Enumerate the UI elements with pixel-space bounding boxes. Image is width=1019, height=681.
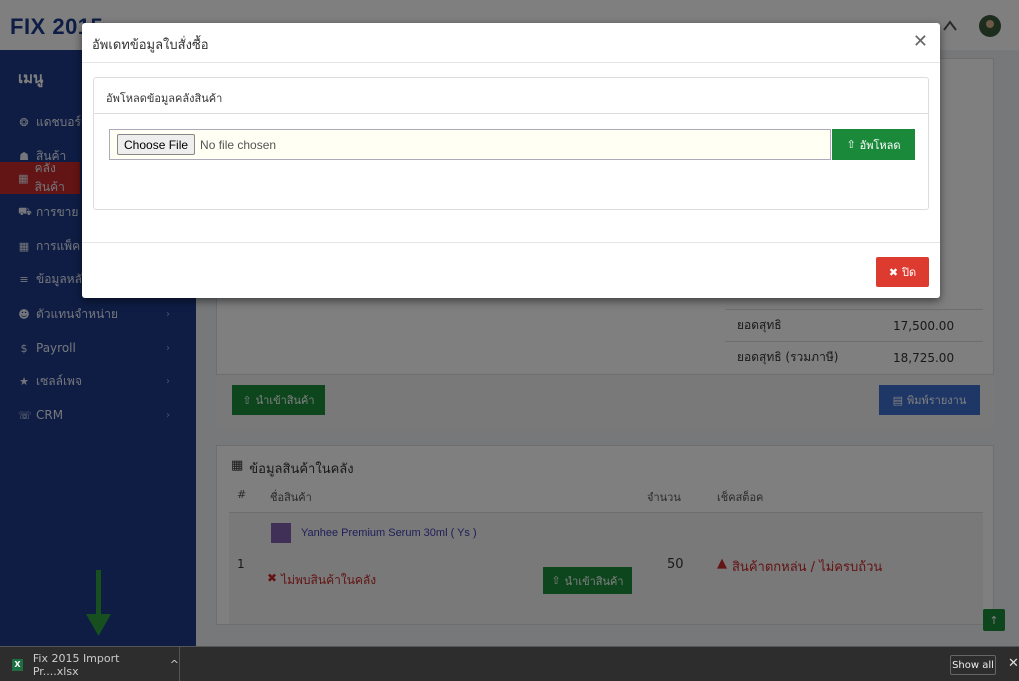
file-status: No file chosen: [200, 137, 277, 152]
chevron-up-icon[interactable]: ^: [170, 658, 179, 671]
close-icon[interactable]: ✕: [913, 31, 928, 52]
excel-icon: X: [12, 658, 23, 671]
choose-file-button[interactable]: Choose File: [117, 134, 196, 155]
upload-panel: อัพโหลดข้อมูลคลังสินค้า Choose File No f…: [93, 77, 929, 210]
upload-icon: ⇧: [846, 138, 856, 151]
button-label: ปิด: [902, 266, 917, 279]
close-icon: ✖: [888, 265, 899, 279]
modal-header: อัพเดทข้อมูลใบสั่งซื้อ ✕: [82, 23, 940, 63]
update-order-modal: อัพเดทข้อมูลใบสั่งซื้อ ✕ อัพโหลดข้อมูลคล…: [82, 23, 940, 298]
button-label: อัพโหลด: [859, 138, 901, 152]
modal-close-button[interactable]: ✖ ปิด: [876, 257, 929, 287]
close-icon[interactable]: ✕: [1008, 656, 1019, 671]
file-input[interactable]: Choose File No file chosen: [109, 129, 831, 160]
modal-footer: ✖ ปิด: [82, 242, 940, 298]
modal-title: อัพเดทข้อมูลใบสั่งซื้อ: [92, 38, 209, 53]
upload-button[interactable]: ⇧ อัพโหลด: [832, 129, 915, 160]
show-all-button[interactable]: Show all: [950, 655, 996, 675]
download-item[interactable]: X Fix 2015 Import Pr....xlsx ^: [0, 647, 180, 681]
download-filename: Fix 2015 Import Pr....xlsx: [32, 651, 120, 678]
upload-panel-title: อัพโหลดข้อมูลคลังสินค้า: [94, 78, 928, 114]
download-bar: X Fix 2015 Import Pr....xlsx ^ Show all …: [0, 646, 1019, 681]
